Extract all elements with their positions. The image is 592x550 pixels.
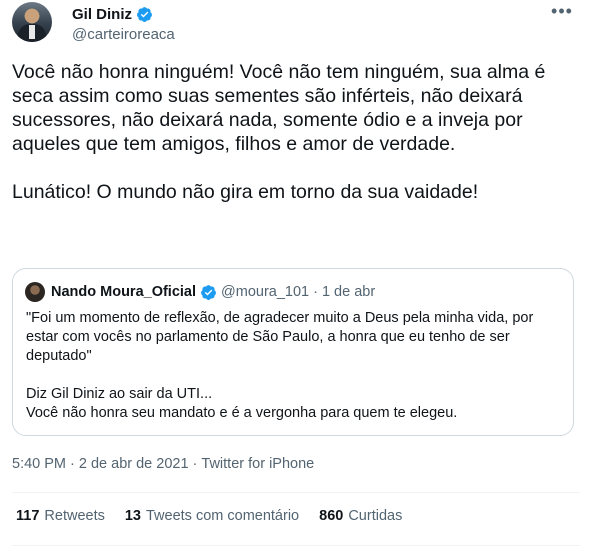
likes-count: 860	[319, 508, 344, 524]
quoted-author-avatar	[25, 282, 45, 302]
author-display-name[interactable]: Gil Diniz	[72, 6, 132, 23]
retweets-label: Retweets	[44, 508, 105, 524]
tweet-header: Gil Diniz @carteiroreaca •••	[12, 2, 580, 46]
author-name-block[interactable]: Gil Diniz @carteiroreaca	[72, 4, 175, 44]
likes-label: Curtidas	[348, 508, 403, 524]
tweet-stats: 117 Retweets 13 Tweets com comentário 86…	[16, 508, 402, 524]
tweet-source[interactable]: Twitter for iPhone	[201, 456, 314, 472]
author-avatar[interactable]	[12, 2, 52, 42]
quoted-separator: ·	[313, 284, 318, 300]
quotes-label: Tweets com comentário	[146, 508, 300, 524]
avatar-shirt-shape	[29, 25, 35, 39]
quoted-author-name: Nando Moura_Oficial	[51, 284, 197, 300]
quoted-tweet-text: "Foi um momento de reflexão, de agradece…	[26, 310, 534, 421]
meta-separator: ·	[192, 456, 198, 472]
quoted-author-handle: @moura_101	[221, 284, 310, 300]
author-handle[interactable]: @carteiroreaca	[72, 26, 175, 43]
quotes-count: 13	[124, 508, 141, 524]
tweet-meta: 5:40 PM · 2 de abr de 2021 · Twitter for…	[12, 456, 314, 472]
tweet-timestamp[interactable]: 5:40 PM · 2 de abr de 2021	[12, 456, 189, 472]
quoted-date: 1 de abr	[321, 284, 376, 300]
divider	[12, 545, 580, 546]
retweets-stat[interactable]: 117 Retweets	[16, 508, 105, 524]
verified-badge-icon	[201, 284, 216, 300]
likes-stat[interactable]: 860 Curtidas	[319, 508, 402, 524]
more-horizontal-icon[interactable]: •••	[550, 2, 574, 26]
tweet-text: Você não honra ninguém! Você não tem nin…	[12, 61, 546, 203]
divider	[12, 492, 580, 493]
quotes-stat[interactable]: 13 Tweets com comentário	[125, 508, 299, 524]
author-name-row: Gil Diniz	[72, 4, 175, 24]
quoted-tweet-header: Nando Moura_Oficial @moura_101 · 1 de ab…	[51, 282, 375, 302]
verified-badge-icon	[137, 6, 152, 22]
retweets-count: 117	[16, 508, 40, 524]
quoted-tweet-card[interactable]: Nando Moura_Oficial @moura_101 · 1 de ab…	[12, 268, 574, 436]
